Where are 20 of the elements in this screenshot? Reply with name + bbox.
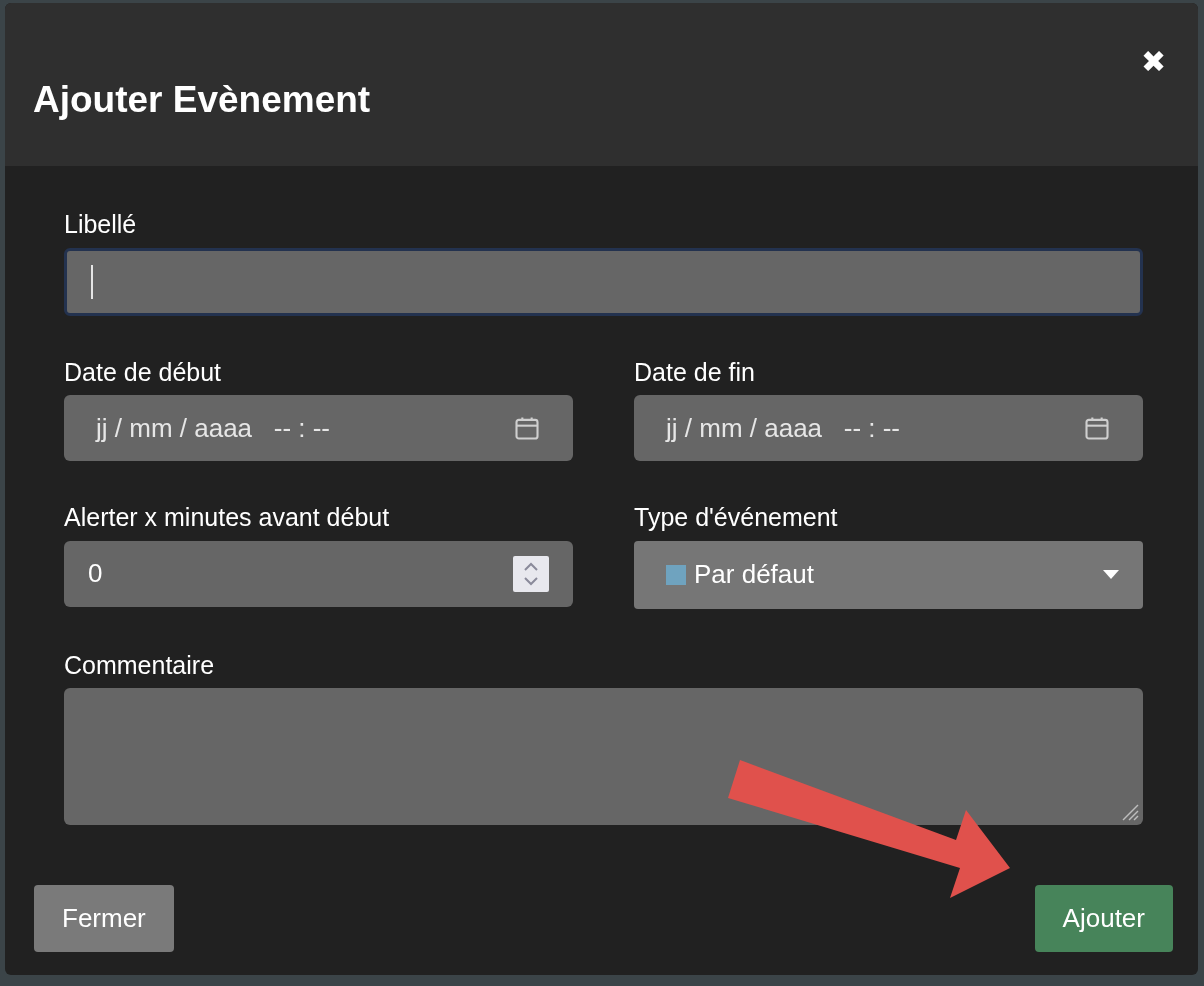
close-dialog-button[interactable]: Fermer: [34, 885, 174, 952]
caret-icon[interactable]: [1103, 569, 1119, 580]
close-button[interactable]: ✖: [1141, 39, 1166, 84]
select-value: Par défaut: [694, 558, 814, 591]
date-time-field[interactable]: jj / mm / aaaa -- : --: [634, 395, 1143, 461]
spinner-icon[interactable]: [513, 555, 549, 592]
comment-field[interactable]: [64, 688, 1143, 825]
field-label: Commentaire: [64, 649, 216, 681]
field-label: Date de début: [64, 356, 223, 388]
field-label: Date de fin: [634, 356, 756, 388]
resize-grip-icon[interactable]: [1121, 803, 1139, 821]
dialog-title: Ajouter Evènement: [33, 77, 371, 122]
date-time-field[interactable]: jj / mm / aaaa -- : --: [64, 395, 573, 461]
add-button[interactable]: Ajouter: [1034, 885, 1173, 952]
field-label: Alerter x minutes avant début: [64, 502, 391, 533]
number-field[interactable]: 0: [64, 540, 573, 607]
event-type-select[interactable]: Par défaut: [634, 540, 1143, 609]
field-label: Type d'événement: [634, 502, 839, 533]
field-label: Libellé: [64, 209, 138, 240]
text-field[interactable]: [64, 247, 1143, 316]
